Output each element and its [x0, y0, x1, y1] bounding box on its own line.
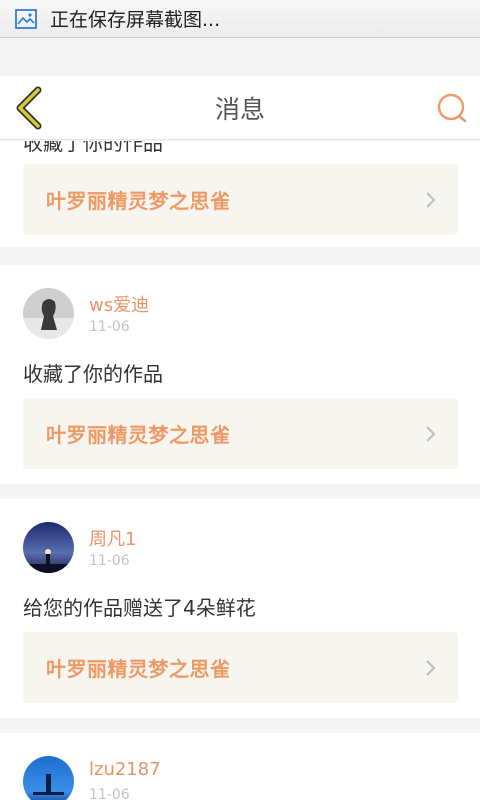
- chevron-left-icon[interactable]: [10, 86, 50, 130]
- message-date: 11-06: [89, 787, 130, 800]
- chevron-right-icon: [426, 192, 436, 208]
- message-action: 收藏了你的作品: [23, 362, 163, 386]
- message-action: 收藏了你的作品: [23, 141, 163, 155]
- avatar[interactable]: [23, 756, 74, 800]
- page-title: 消息: [214, 94, 265, 124]
- message-card: ws爱迪 11-06 收藏了你的作品 叶罗丽精灵梦之思雀: [0, 265, 480, 484]
- message-date: 11-06: [89, 319, 130, 335]
- work-title: 叶罗丽精灵梦之思雀: [46, 657, 231, 681]
- message-feed[interactable]: 收藏了你的作品 叶罗丽精灵梦之思雀 ws爱迪 11-06 收藏了你的作品 叶罗丽…: [0, 141, 480, 800]
- header-bar: 消息: [0, 76, 480, 140]
- message-card: 收藏了你的作品 叶罗丽精灵梦之思雀: [0, 141, 480, 247]
- status-text: 正在保存屏幕截图...: [50, 9, 221, 31]
- status-bar: 正在保存屏幕截图...: [0, 0, 480, 38]
- work-title: 叶罗丽精灵梦之思雀: [46, 423, 231, 447]
- username[interactable]: ws爱迪: [89, 291, 149, 317]
- username[interactable]: 周凡1: [89, 525, 136, 551]
- avatar[interactable]: [23, 522, 74, 573]
- work-link[interactable]: 叶罗丽精灵梦之思雀: [23, 164, 458, 235]
- chevron-right-icon: [426, 660, 436, 676]
- work-title: 叶罗丽精灵梦之思雀: [46, 189, 231, 213]
- avatar[interactable]: [23, 288, 74, 339]
- message-card: 周凡1 11-06 给您的作品赠送了4朵鲜花 叶罗丽精灵梦之思雀: [0, 499, 480, 718]
- message-card: lzu2187 11-06: [0, 733, 480, 800]
- username[interactable]: lzu2187: [89, 759, 161, 780]
- work-link[interactable]: 叶罗丽精灵梦之思雀: [23, 632, 458, 703]
- image-icon: [15, 8, 37, 29]
- chevron-right-icon: [426, 426, 436, 442]
- message-action: 给您的作品赠送了4朵鲜花: [23, 596, 256, 620]
- search-icon[interactable]: [434, 90, 470, 126]
- work-link[interactable]: 叶罗丽精灵梦之思雀: [23, 398, 458, 469]
- message-date: 11-06: [89, 553, 130, 569]
